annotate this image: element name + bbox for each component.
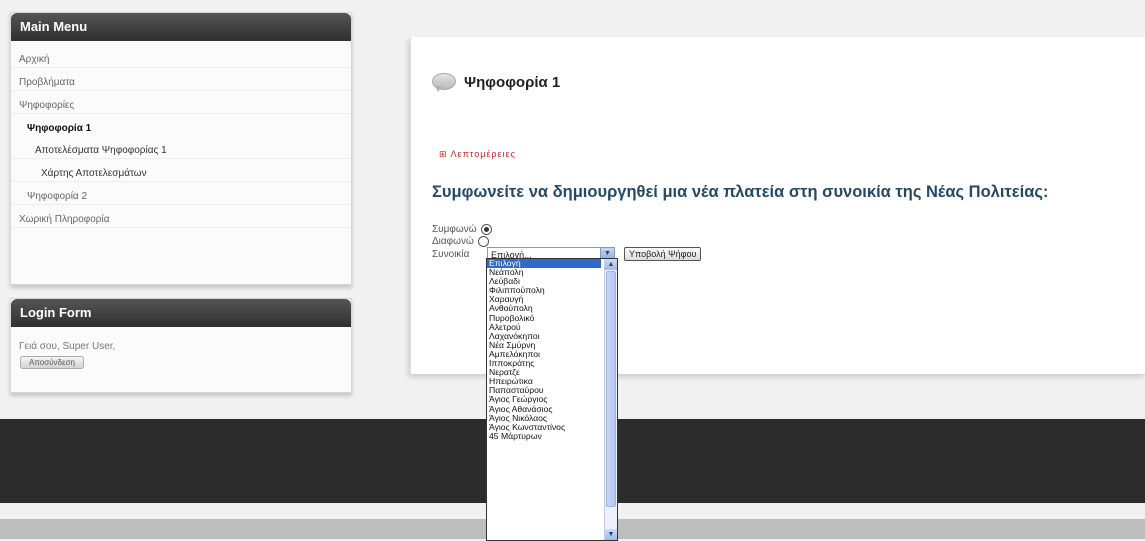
main-menu-list: Αρχική Προβλήματα Ψηφοφορίες Ψηφοφορία 1…	[11, 41, 351, 228]
login-form-module: Login Form Γειά σου, Super User, Αποσύνδ…	[10, 298, 352, 393]
dropdown-scrollbar[interactable]: ▲ ▼	[604, 259, 617, 540]
menu-item-results-map[interactable]: Χάρτης Αποτελεσμάτων	[11, 167, 351, 182]
dropdown-option[interactable]: Ιπποκράτης	[487, 359, 617, 368]
menu-item-poll-2[interactable]: Ψηφοφορία 2	[11, 190, 351, 205]
district-options: Επιλογή Νεάπολη Λεύβαδι Φιλιππούπολη Χαραυγή…	[487, 259, 617, 441]
dropdown-option[interactable]: Νερατζε	[487, 368, 617, 377]
dropdown-option[interactable]: Παπασταύρου	[487, 386, 617, 395]
dropdown-option[interactable]: Νέα Σμύρνη	[487, 341, 617, 350]
dropdown-option[interactable]: 45 Μάρτυρων	[487, 432, 617, 441]
dropdown-option[interactable]: Άγιος Κωνσταντίνος	[487, 423, 617, 432]
menu-item-problems[interactable]: Προβλήματα	[11, 76, 351, 91]
dropdown-option[interactable]: Ηπειρώτικα	[487, 377, 617, 386]
logout-button[interactable]: Αποσύνδεση	[20, 356, 84, 369]
details-link[interactable]: ⊞ Λεπτομέρειες	[439, 149, 516, 160]
dropdown-option[interactable]: Αμπελόκηποι	[487, 350, 617, 359]
dropdown-option[interactable]: Χαραυγή	[487, 295, 617, 304]
main-menu-title: Main Menu	[11, 13, 351, 41]
scroll-thumb[interactable]	[606, 271, 616, 507]
dropdown-option[interactable]: Νεάπολη	[487, 268, 617, 277]
submit-vote-button[interactable]: Υποβολή Ψήφου	[624, 247, 702, 261]
option-disagree-radio[interactable]	[477, 236, 489, 247]
dropdown-option[interactable]: Ανθούπολη	[487, 304, 617, 313]
dropdown-option[interactable]: Επιλογή	[487, 259, 601, 269]
dropdown-option[interactable]: Πυροβολικό	[487, 314, 617, 323]
scroll-up-icon[interactable]: ▲	[605, 259, 617, 270]
dropdown-option[interactable]: Άγιος Νικόλαος	[487, 414, 617, 423]
dropdown-option[interactable]: Λαχανόκηποι	[487, 332, 617, 341]
dropdown-option[interactable]: Άγιος Αθανάσιος	[487, 405, 617, 414]
option-agree-radio[interactable]	[480, 224, 492, 235]
option-disagree-row: Διαφωνώ	[432, 235, 489, 248]
district-row: Συνοικία	[432, 248, 469, 261]
poll-title: Ψηφοφορία 1	[464, 73, 561, 91]
option-disagree-label: Διαφωνώ	[432, 236, 474, 247]
login-greeting: Γειά σου, Super User,	[19, 341, 116, 352]
main-menu-module: Main Menu Αρχική Προβλήματα Ψηφοφορίες Ψ…	[10, 12, 352, 285]
login-form-title: Login Form	[11, 299, 351, 327]
poll-title-row: Ψηφοφορία 1	[432, 73, 561, 92]
dropdown-option[interactable]: Φιλιππούπολη	[487, 286, 617, 295]
dropdown-option[interactable]: Λεύβαδι	[487, 277, 617, 286]
dropdown-option[interactable]: Αλετρού	[487, 323, 617, 332]
menu-item-polls[interactable]: Ψηφοφορίες	[11, 99, 351, 114]
district-dropdown-list[interactable]: Επιλογή Νεάπολη Λεύβαδι Φιλιππούπολη Χαραυγή…	[486, 258, 618, 541]
district-label: Συνοικία	[432, 249, 470, 260]
menu-item-poll-1-results[interactable]: Αποτελέσματα Ψηφοφορίας 1	[11, 144, 351, 159]
dropdown-option[interactable]: Άγιος Γεώργιος	[487, 395, 617, 404]
option-agree-label: Συμφωνώ	[432, 224, 477, 235]
speech-bubble-icon	[432, 73, 456, 92]
poll-question: Συμφωνείτε να δημιουργηθεί μια νέα πλατε…	[432, 183, 1049, 201]
menu-item-spatial-info[interactable]: Χωρική Πληροφορία	[11, 213, 351, 228]
scroll-down-icon[interactable]: ▼	[605, 529, 617, 540]
menu-item-poll-1[interactable]: Ψηφοφορία 1	[11, 122, 351, 136]
menu-item-home[interactable]: Αρχική	[11, 53, 351, 68]
